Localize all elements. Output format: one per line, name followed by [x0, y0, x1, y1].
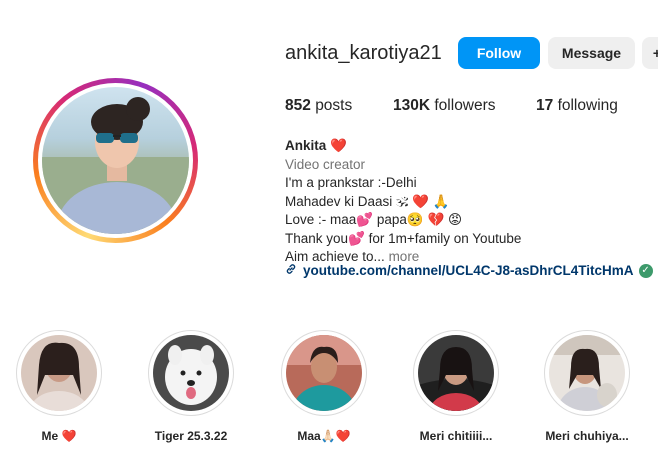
- follow-button[interactable]: Follow: [458, 37, 540, 69]
- bio-line-3-text: Love :- maa: [285, 212, 357, 227]
- verified-check-icon: ✓: [638, 263, 653, 278]
- highlight-cover: [549, 335, 625, 411]
- bio-line-3-mid: papa: [376, 212, 407, 227]
- followers-count: 130K: [393, 97, 431, 114]
- bio-line-4-emoji: 💕: [348, 230, 365, 246]
- highlight-cover: [286, 335, 362, 411]
- bio-line-3-emoji-c: 💔 😡: [427, 212, 463, 227]
- posts-label: posts: [315, 97, 353, 114]
- bio-line-4-b: for 1m+family on Youtube: [368, 230, 522, 246]
- following-label: following: [557, 97, 618, 114]
- link-text[interactable]: youtube.com/channel/UCL4C-J8-asDhrCL4Tit…: [303, 263, 634, 278]
- highlight-ring[interactable]: [148, 330, 234, 416]
- heart-emoji: ❤️: [330, 138, 347, 153]
- avatar-photo: [42, 87, 189, 234]
- bio-name-row: Ankita ❤️: [285, 137, 521, 156]
- bio-line-3-emoji-b: 🥺: [406, 212, 424, 227]
- followers-stat[interactable]: 130K followers: [393, 97, 496, 115]
- highlight-label: Maa🙏🏻❤️: [297, 429, 351, 443]
- highlight-item[interactable]: Meri chitiiii...: [413, 330, 499, 443]
- message-button[interactable]: Message: [548, 37, 635, 69]
- highlight-label: Me ❤️: [41, 429, 77, 443]
- highlight-cover: [153, 335, 229, 411]
- bio-line-2-text: Mahadev ki Daasi: [285, 193, 393, 209]
- bio-line-1: I'm a prankstar :-Delhi: [285, 175, 417, 190]
- highlight-ring[interactable]: [281, 330, 367, 416]
- link-icon: [285, 263, 297, 278]
- highlight-ring[interactable]: [413, 330, 499, 416]
- display-name: Ankita: [285, 138, 327, 153]
- highlight-item[interactable]: Maa🙏🏻❤️: [281, 330, 367, 443]
- category-label: Video creator: [285, 156, 366, 172]
- highlight-cover: [21, 335, 97, 411]
- highlight-cover: [418, 335, 494, 411]
- following-stat[interactable]: 17 following: [536, 97, 618, 115]
- highlight-item[interactable]: Tiger 25.3.22: [148, 330, 234, 443]
- posts-stat: 852 posts: [285, 97, 352, 115]
- highlight-item[interactable]: Meri chuhiya...: [544, 330, 630, 443]
- highlight-ring[interactable]: [16, 330, 102, 416]
- bio: Ankita ❤️ Video creator I'm a prankstar …: [285, 137, 521, 267]
- bio-line-2-emoji: 🕉 ❤️ 🙏: [396, 193, 450, 209]
- bio-line-3: Love :- maa💕 papa🥺 💔 😡: [285, 211, 521, 230]
- more-link[interactable]: more: [389, 249, 420, 264]
- followers-label: followers: [434, 97, 496, 114]
- bio-line-2: Mahadev ki Daasi 🕉 ❤️ 🙏: [285, 193, 521, 212]
- following-count: 17: [536, 97, 554, 114]
- avatar-portrait: [42, 97, 189, 234]
- bio-line-5-text: Aim achieve to...: [285, 249, 385, 264]
- bio-line-3-emoji-a: 💕: [356, 212, 374, 227]
- highlight-label: Tiger 25.3.22: [154, 429, 228, 443]
- highlight-item[interactable]: Me ❤️: [16, 330, 102, 443]
- highlight-ring[interactable]: [544, 330, 630, 416]
- external-link[interactable]: youtube.com/channel/UCL4C-J8-asDhrCL4Tit…: [285, 263, 653, 278]
- profile-avatar[interactable]: [33, 78, 198, 243]
- suggested-users-button[interactable]: +: [642, 37, 658, 69]
- bio-line-4: Thank you💕 for 1m+family on Youtube: [285, 230, 521, 249]
- bio-line-4-a: Thank you: [285, 230, 349, 246]
- highlight-label: Meri chuhiya...: [545, 429, 629, 443]
- username: ankita_karotiya21: [285, 42, 442, 64]
- avatar-gap: [38, 83, 193, 238]
- posts-count: 852: [285, 97, 311, 114]
- highlight-label: Meri chitiiii...: [419, 429, 493, 443]
